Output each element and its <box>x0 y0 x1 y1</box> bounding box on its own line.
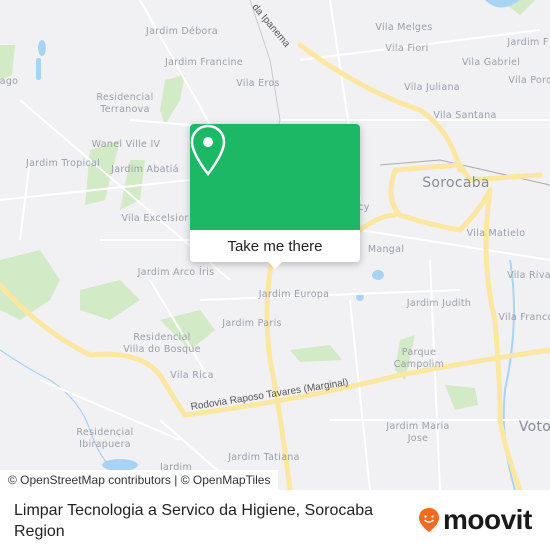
place-title: Limpar Tecnologia a Servico da Higiene, … <box>14 502 374 540</box>
place-label: Residencial Villa do Bosque <box>123 332 201 355</box>
place-label: Jardim Francine <box>164 57 244 68</box>
moovit-wordmark: moovit <box>443 504 532 535</box>
map[interactable]: Jardim Débora Jardim Francine Vila Eros … <box>0 0 550 490</box>
place-label: Vila Fiori <box>385 43 429 54</box>
place-label: Jardim Paris <box>222 318 282 329</box>
place-label: Residencial Ibirapuera <box>76 427 134 450</box>
map-pin-icon <box>190 124 226 176</box>
moovit-logo: moovit <box>418 504 532 536</box>
place-label: Vila Juliana <box>404 82 460 93</box>
moovit-pin-icon <box>419 508 439 532</box>
place-label: Vila Riva <box>507 270 550 281</box>
place-label: Vila Rica <box>170 370 214 381</box>
place-label: Mangal <box>367 244 405 255</box>
place-label: Jardim Tropical <box>25 158 101 169</box>
place-label: Vila Eros <box>236 78 280 89</box>
place-label: ago <box>0 76 19 87</box>
place-label: Vila Melges <box>375 22 433 33</box>
popup-tail <box>268 262 282 269</box>
place-label: Jardim Abatiá <box>111 164 179 175</box>
place-label: Vila Excelsior <box>121 213 189 224</box>
place-label: Jardim Judith <box>406 298 472 309</box>
map-attribution: © OpenStreetMap contributors | © OpenMap… <box>0 470 279 490</box>
place-label: Sorocaba <box>422 175 490 191</box>
place-label: Voto <box>518 419 550 435</box>
place-label: Jardim Maria Jose <box>386 421 450 444</box>
place-label: Vila Santana <box>433 110 497 121</box>
place-label: Vila Matielo <box>466 228 526 239</box>
popup-header <box>190 124 360 230</box>
place-label: Wanel Ville IV <box>91 139 161 150</box>
place-label: Vila Gabriel <box>461 57 521 68</box>
footer: Limpar Tecnologia a Servico da Higiene, … <box>0 490 550 550</box>
place-label: Jardim Europa <box>258 289 330 300</box>
location-popup: Take me there <box>190 124 360 269</box>
place-label: Residencial Terranova <box>96 92 154 115</box>
place-label: Jardim Arco Íris <box>137 267 215 278</box>
place-label: Jardim Tatiana <box>228 452 300 463</box>
place-label: Vila Porc <box>508 75 550 86</box>
place-label: Vila Franco <box>498 312 550 323</box>
place-label: Jardim F <box>507 37 549 48</box>
take-me-there-button[interactable]: Take me there <box>190 230 360 262</box>
place-label: Jardim Débora <box>146 26 218 37</box>
place-label: Parque Campolim <box>393 347 445 370</box>
